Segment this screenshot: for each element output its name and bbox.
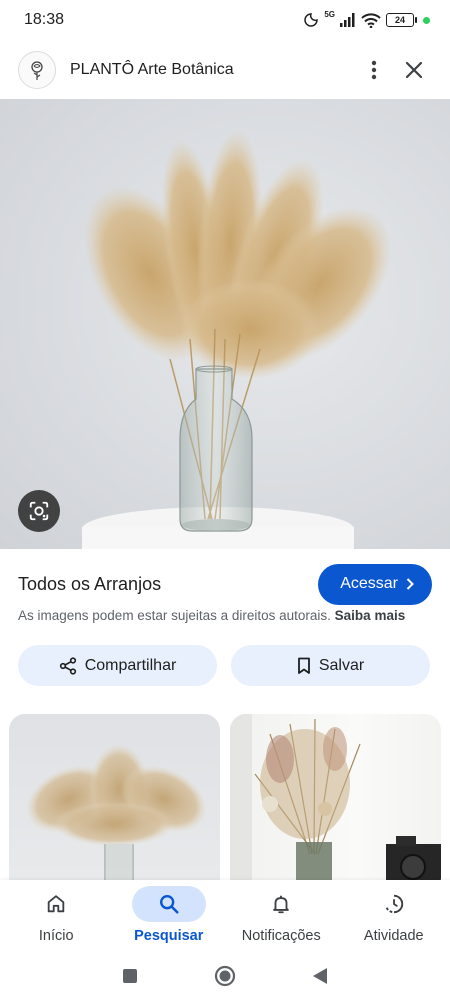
network-label: 5G <box>324 10 335 19</box>
battery-icon: 24 <box>386 13 417 27</box>
bottom-navigation: Início Pesquisar Notificações Atividade <box>0 880 450 952</box>
close-button[interactable] <box>394 50 434 90</box>
search-icon <box>159 895 179 914</box>
related-dried-flowers-image <box>230 714 441 894</box>
bookmark-icon <box>297 657 310 674</box>
result-image[interactable] <box>0 99 450 549</box>
nav-icon-container <box>357 886 431 922</box>
nav-icon-container <box>19 886 93 922</box>
action-row: Compartilhar Salvar <box>18 645 430 686</box>
nav-label-home: Início <box>38 928 74 944</box>
close-icon <box>405 61 423 79</box>
privacy-dot <box>423 16 430 24</box>
learn-more-link[interactable]: Saiba mais <box>335 608 406 623</box>
bell-icon <box>273 895 290 914</box>
chevron-right-icon <box>406 578 414 590</box>
back-icon[interactable] <box>312 967 328 985</box>
nav-search[interactable]: Pesquisar <box>113 880 226 952</box>
status-icons: 5G 24 <box>303 10 430 28</box>
nav-label-notifications: Notificações <box>241 928 321 944</box>
site-logo[interactable] <box>18 51 56 89</box>
visit-label: Acessar <box>340 575 398 592</box>
pampas-grass-vase-image <box>82 129 392 549</box>
related-pampas-image <box>26 744 207 894</box>
related-image-card[interactable] <box>230 714 441 894</box>
share-button[interactable]: Compartilhar <box>18 645 217 686</box>
battery-level: 24 <box>394 15 405 25</box>
result-title: Todos os Arranjos <box>18 573 162 594</box>
home-icon <box>48 895 65 913</box>
status-bar: 18:38 5G 24 <box>0 0 450 40</box>
more-vert-icon <box>371 60 377 80</box>
save-label: Salvar <box>318 656 365 674</box>
status-time: 18:38 <box>24 11 65 28</box>
nav-activity[interactable]: Atividade <box>338 880 450 952</box>
copyright-text: As imagens podem estar sujeitas a direit… <box>18 608 331 623</box>
visit-button[interactable]: Acessar <box>318 563 432 605</box>
more-options-button[interactable] <box>354 50 394 90</box>
copyright-notice: As imagens podem estar sujeitas a direit… <box>18 608 405 623</box>
nav-icon-container <box>131 886 206 922</box>
recents-icon[interactable] <box>122 968 138 984</box>
wifi-icon <box>361 12 381 28</box>
header: PLANTÔ Arte Botânica <box>0 44 450 96</box>
nav-home[interactable]: Início <box>0 880 113 952</box>
history-icon <box>385 894 403 914</box>
nav-label-search: Pesquisar <box>134 928 204 944</box>
lens-icon <box>29 501 49 521</box>
share-label: Compartilhar <box>84 656 177 674</box>
nav-label-activity: Atividade <box>363 928 424 944</box>
site-name[interactable]: PLANTÔ Arte Botânica <box>70 61 354 79</box>
system-navigation-bar <box>0 952 450 1000</box>
rose-logo-icon <box>31 61 43 80</box>
share-icon <box>59 656 76 675</box>
signal-icon <box>340 13 355 27</box>
result-title-row: Todos os Arranjos Acessar <box>18 563 432 605</box>
save-button[interactable]: Salvar <box>231 645 430 686</box>
related-image-card[interactable] <box>9 714 220 894</box>
lens-search-button[interactable] <box>18 490 60 532</box>
nav-icon-container <box>244 886 318 922</box>
nav-notifications[interactable]: Notificações <box>225 880 338 952</box>
home-circle-icon[interactable] <box>214 965 236 987</box>
moon-icon <box>304 13 319 27</box>
